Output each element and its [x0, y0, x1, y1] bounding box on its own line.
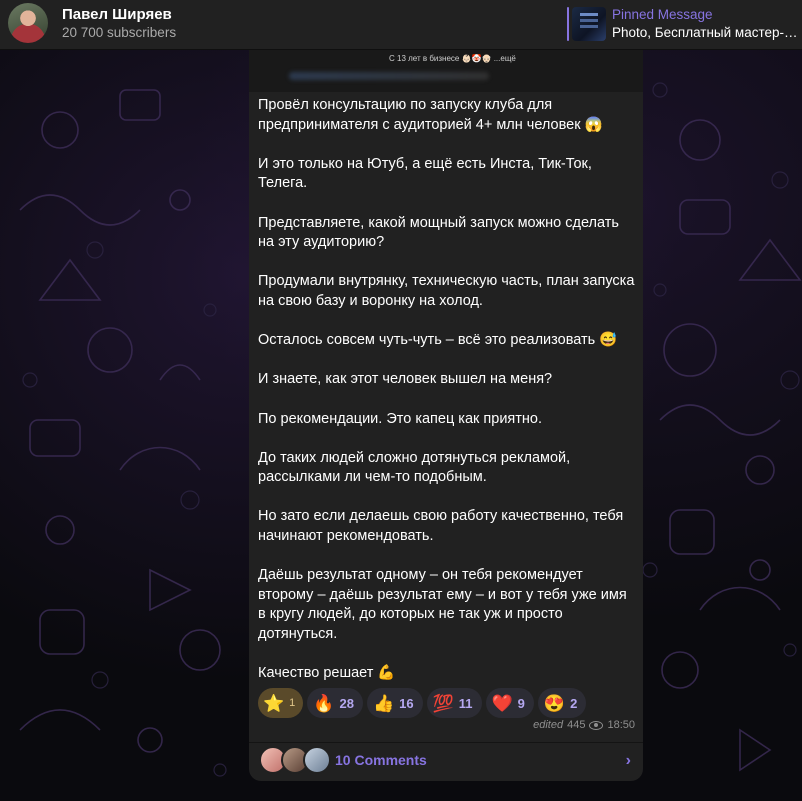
reaction-count: 2	[570, 695, 578, 711]
reaction-hundred[interactable]: 💯 11	[426, 688, 482, 718]
message-bubble: С 13 лет в бизнесе 👶🏻🤡👴🏻 ...ещё Провёл к…	[249, 42, 643, 781]
subscriber-count: 20 700 subscribers	[62, 25, 177, 40]
reaction-count: 1	[289, 697, 296, 709]
reaction-thumbs-up[interactable]: 👍 16	[366, 688, 423, 718]
reaction-count: 9	[517, 695, 525, 711]
chat-header: Павел Ширяев 20 700 subscribers Pinned M…	[0, 0, 802, 50]
hundred-icon: 💯	[432, 693, 454, 713]
reaction-count: 28	[339, 695, 354, 711]
reaction-heart-eyes[interactable]: 😍 2	[537, 688, 587, 718]
fire-icon: 🔥	[313, 693, 335, 713]
view-count: 445	[567, 719, 586, 731]
eye-icon	[589, 720, 604, 730]
comments-button[interactable]: 10 Comments ›	[249, 743, 643, 781]
thumbs-up-icon: 👍	[372, 693, 395, 713]
reaction-count: 11	[458, 695, 473, 711]
reaction-fire[interactable]: 🔥 28	[307, 688, 363, 718]
reaction-star[interactable]: ⭐ 1	[258, 688, 304, 718]
commenter-avatar	[303, 746, 331, 774]
media-preview[interactable]: С 13 лет в бизнесе 👶🏻🤡👴🏻 ...ещё	[249, 50, 643, 92]
comments-label: 10 Comments	[335, 752, 427, 768]
media-caption: С 13 лет в бизнесе 👶🏻🤡👴🏻 ...ещё	[389, 54, 516, 63]
pinned-thumbnail	[572, 7, 606, 41]
pinned-title: Pinned Message	[612, 7, 713, 22]
pinned-message[interactable]: Pinned Message Photo, Бесплатный мастер-…	[562, 3, 802, 47]
message-meta: edited 445 18:50	[533, 719, 635, 731]
message-time: 18:50	[607, 719, 635, 731]
channel-avatar[interactable]	[8, 3, 48, 43]
reactions-bar: ⭐ 1 🔥 28 👍 16 💯 11 ❤️ 9 😍 2	[258, 688, 587, 718]
message-text: Провёл консультацию по запуску клуба для…	[258, 97, 635, 682]
chevron-right-icon: ›	[625, 752, 631, 769]
heart-icon: ❤️	[491, 693, 513, 713]
heart-eyes-icon: 😍	[543, 693, 566, 713]
media-blurred-link	[289, 72, 489, 80]
star-icon: ⭐	[263, 693, 285, 713]
edited-label: edited	[533, 719, 564, 731]
pinned-indicator-bar	[567, 7, 569, 41]
reaction-heart[interactable]: ❤️ 9	[485, 688, 534, 718]
channel-name[interactable]: Павел Ширяев	[62, 6, 172, 23]
reaction-count: 16	[399, 695, 414, 711]
pinned-text: Photo, Бесплатный мастер-к...	[612, 25, 800, 40]
